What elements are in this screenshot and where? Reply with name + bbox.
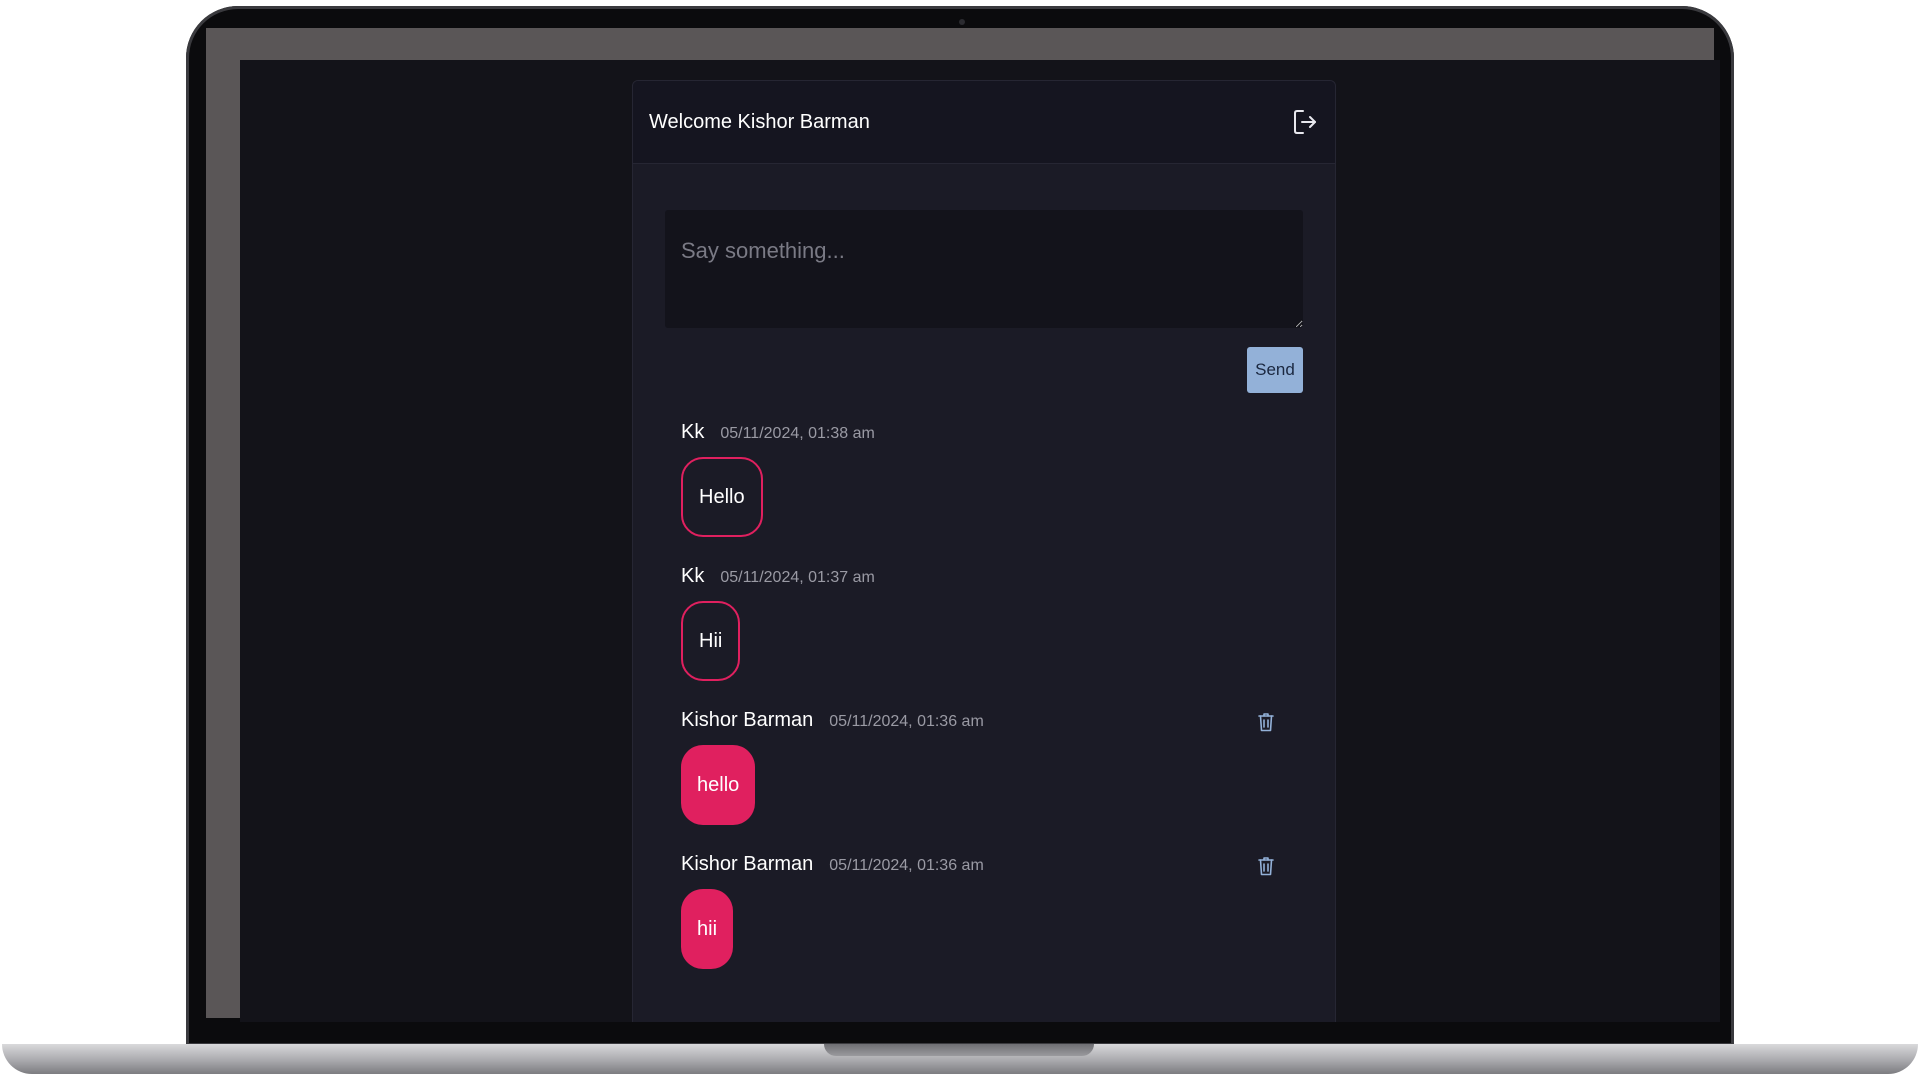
message-meta: Kk 05/11/2024, 01:37 am [681,565,1287,591]
trash-icon[interactable] [1255,853,1277,879]
message-author: Kk [681,421,705,443]
logout-icon[interactable] [1291,108,1319,136]
message-bubble: hii [681,889,734,969]
message-input[interactable] [665,210,1303,328]
camera-dot [959,19,965,25]
trash-icon[interactable] [1255,709,1277,735]
message-bubble: Hello [681,457,763,537]
message-item: Kk 05/11/2024, 01:37 am Hii [681,565,1287,681]
message-bubble: hello [681,745,756,825]
message-time: 05/11/2024, 01:37 am [720,569,875,586]
laptop-base-notch [824,1044,1094,1056]
message-author: Kishor Barman [681,853,814,875]
welcome-title: Welcome Kishor Barman [649,110,870,133]
chat-header: Welcome Kishor Barman [633,81,1335,164]
message-time: 05/11/2024, 01:38 am [720,425,875,442]
message-meta: Kishor Barman 05/11/2024, 01:36 am [681,853,1287,879]
message-bubble: Hii [681,601,741,681]
message-author: Kishor Barman [681,709,814,731]
message-meta: Kk 05/11/2024, 01:38 am [681,421,1287,447]
message-time: 05/11/2024, 01:36 am [829,857,984,874]
app-screen: Welcome Kishor Barman Send [240,60,1720,1022]
message-author: Kk [681,565,705,587]
message-item: Kishor Barman 05/11/2024, 01:36 am [681,709,1287,825]
chat-card: Welcome Kishor Barman Send [632,80,1336,1022]
message-composer: Send [665,210,1303,393]
screen-bezel: Welcome Kishor Barman Send [206,28,1720,1022]
send-row: Send [665,347,1303,393]
message-time: 05/11/2024, 01:36 am [829,713,984,730]
message-list: Kk 05/11/2024, 01:38 am Hello Kk 05/11/2… [681,421,1287,969]
laptop-frame: Welcome Kishor Barman Send [186,6,1734,1046]
message-item: Kishor Barman 05/11/2024, 01:36 am [681,853,1287,969]
send-button[interactable]: Send [1247,347,1303,393]
message-item: Kk 05/11/2024, 01:38 am Hello [681,421,1287,537]
message-meta: Kishor Barman 05/11/2024, 01:36 am [681,709,1287,735]
